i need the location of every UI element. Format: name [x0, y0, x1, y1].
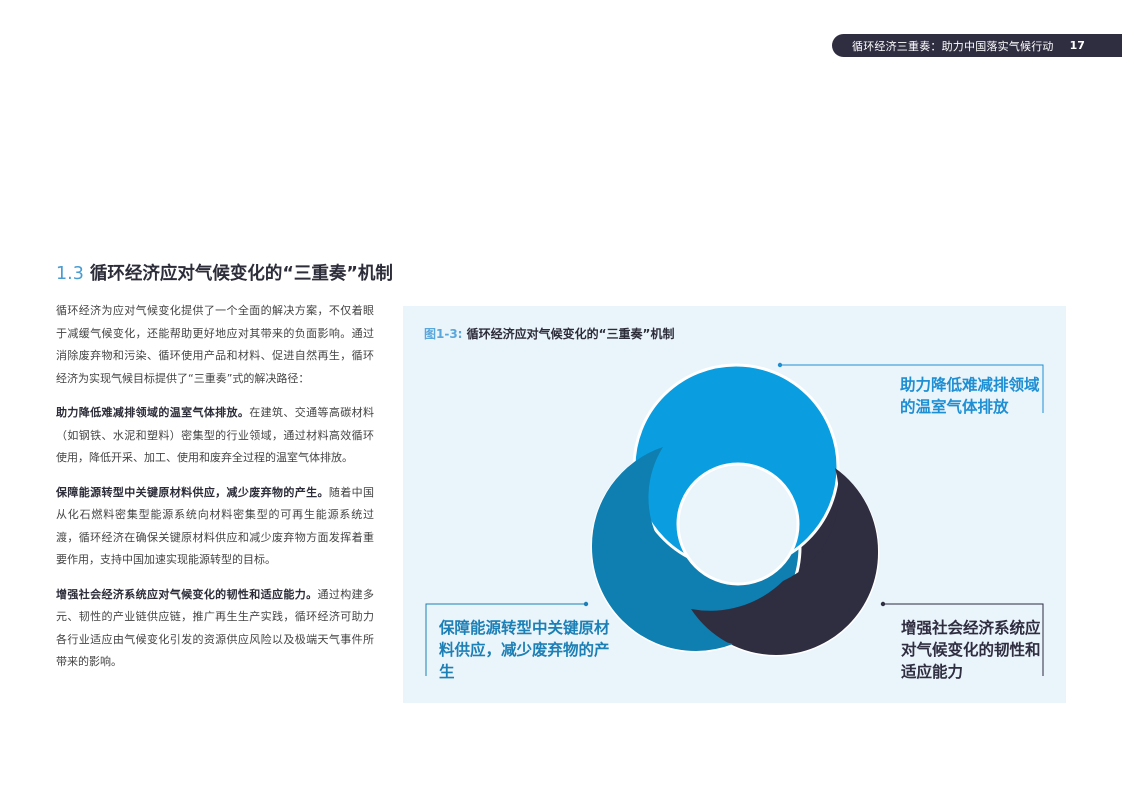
intro-paragraph: 循环经济为应对气候变化提供了一个全面的解决方案，不仅着眼于减缓气候变化，还能帮助… [56, 304, 374, 385]
paragraph-emission-reduction: 助力降低难减排领域的温室气体排放。在建筑、交通等高碳材料（如钢铁、水泥和塑料）密… [56, 402, 374, 470]
paragraph-lead: 保障能源转型中关键原材料供应，减少废弃物的产生。 [56, 485, 329, 499]
paragraph-resilience: 增强社会经济系统应对气候变化的韧性和适应能力。通过构建多元、韧性的产业链供应链，… [56, 584, 374, 674]
cycle-center [676, 462, 800, 586]
running-header: 循环经济三重奏：助力中国落实气候行动 17 [832, 34, 1122, 57]
callout-energy-transition: 保障能源转型中关键原材料供应，减少废弃物的产生 [439, 619, 610, 681]
paragraph-energy-transition: 保障能源转型中关键原材料供应，减少废弃物的产生。随着中国从化石燃料密集型能源系统… [56, 482, 374, 572]
running-header-title: 循环经济三重奏：助力中国落实气候行动 [852, 39, 1054, 53]
callout-resilience: 增强社会经济系统应对气候变化的韧性和适应能力 [901, 619, 1041, 681]
body-text-column: 循环经济为应对气候变化提供了一个全面的解决方案，不仅着眼于减缓气候变化，还能帮助… [56, 300, 374, 686]
paragraph-lead: 助力降低难减排领域的温室气体排放。 [56, 406, 250, 419]
callout-emission-reduction: 助力降低难减排领域的温室气体排放 [900, 376, 1040, 416]
section-title: 循环经济应对气候变化的“三重奏”机制 [89, 264, 393, 284]
figure-panel: 图1-3: 循环经济应对气候变化的“三重奏”机制 助力降低难减排领域的温室气体排… [403, 306, 1066, 703]
page-number: 17 [1069, 39, 1085, 52]
section-heading: 1.3 循环经济应对气候变化的“三重奏”机制 [56, 260, 393, 285]
paragraph-lead: 增强社会经济系统应对气候变化的韧性和适应能力。 [56, 587, 318, 601]
section-number: 1.3 [56, 264, 84, 284]
